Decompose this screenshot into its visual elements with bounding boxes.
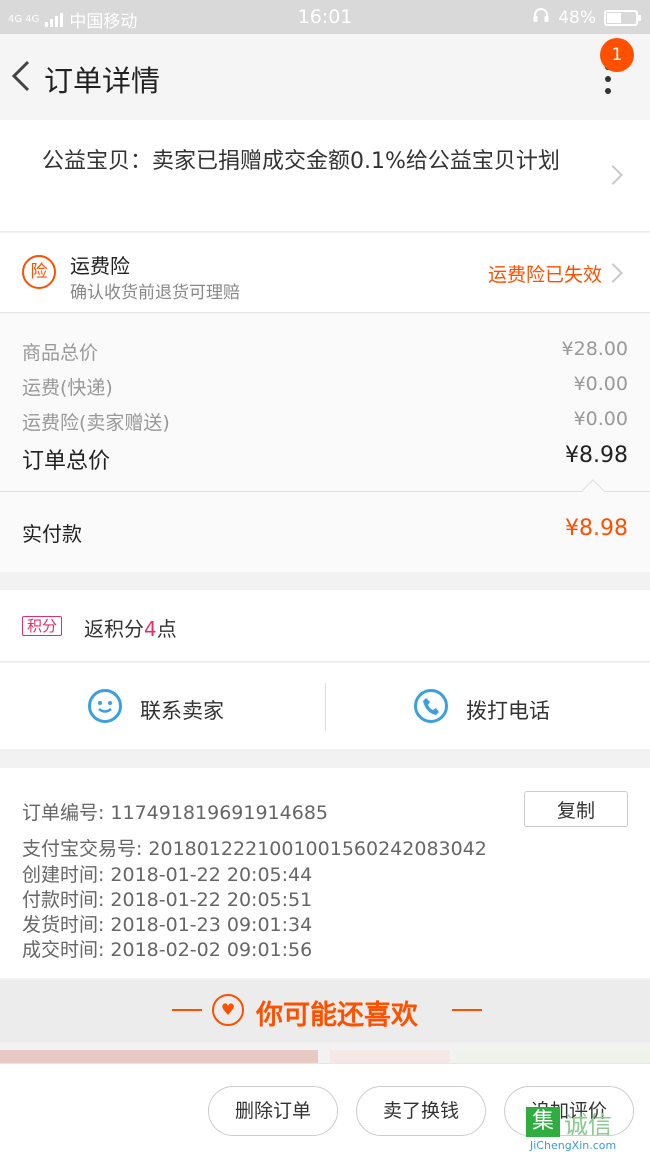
alipay-trade-number: 2018012221001001560242083042 <box>148 838 487 860</box>
paid-time: 2018-01-22 20:05:51 <box>110 889 313 911</box>
call-phone-label: 拨打电话 <box>466 699 550 723</box>
info-label: 支付宝交易号: <box>22 838 143 860</box>
created-time-line: 创建时间: 2018-01-22 20:05:44 <box>22 860 312 887</box>
battery-percent: 48% <box>558 7 596 28</box>
insurance-title: 运费险 <box>70 254 130 278</box>
watermark-box: 集 <box>526 1107 560 1137</box>
sell-again-button[interactable]: 卖了换钱 <box>356 1086 486 1136</box>
price-details: 商品总价 ¥28.00 运费(快递) ¥0.00 运费险(卖家赠送) ¥0.00… <box>0 314 650 492</box>
divider <box>172 1009 202 1011</box>
divider <box>452 1009 482 1011</box>
order-info: 订单编号: 117491819691914685 复制 支付宝交易号: 201801… <box>0 768 650 978</box>
watermark-url: JiChengXin.com <box>530 1139 617 1152</box>
page-title: 订单详情 <box>44 64 161 98</box>
actual-payment-row: 实付款 ¥8.98 <box>0 492 650 572</box>
battery-level <box>607 12 622 23</box>
completed-time-line: 成交时间: 2018-02-02 09:01:56 <box>22 935 312 962</box>
points-tag: 积分 <box>22 616 63 636</box>
insurance-subtitle: 确认收货前退货可理赔 <box>70 283 240 303</box>
product-thumbnail[interactable] <box>456 1050 650 1064</box>
phone-icon <box>414 689 448 723</box>
heart-icon: ♥ <box>212 994 244 1026</box>
product-thumbnail[interactable] <box>330 1050 450 1064</box>
shipped-time-line: 发货时间: 2018-01-23 09:01:34 <box>22 910 312 937</box>
contact-seller-label: 联系卖家 <box>140 699 224 723</box>
total-value: ¥8.98 <box>565 443 628 468</box>
recommend-header: ♥ 你可能还喜欢 <box>0 980 650 1042</box>
info-label: 订单编号: <box>22 802 105 824</box>
delete-order-button[interactable]: 删除订单 <box>208 1086 338 1136</box>
price-value: ¥0.00 <box>573 373 628 395</box>
price-row-goods: 商品总价 ¥28.00 <box>22 338 628 365</box>
points-row: 积分 返积分4点 <box>0 590 650 662</box>
watermark-logo: 集 诚信 JiChengXin.com <box>526 1105 646 1155</box>
price-label: 运费险(卖家赠送) <box>22 412 170 434</box>
actual-payment-value: ¥8.98 <box>565 516 628 541</box>
recommend-title: 你可能还喜欢 <box>256 1000 418 1031</box>
points-text: 返积分4点 <box>84 613 177 642</box>
contact-bar: 联系卖家 拨打电话 <box>0 663 650 749</box>
info-label: 付款时间: <box>22 889 105 911</box>
header: 订单详情 1 <box>0 34 650 120</box>
price-row-insurance: 运费险(卖家赠送) ¥0.00 <box>22 408 628 435</box>
chevron-right-icon <box>603 165 623 185</box>
points-number: 4 <box>144 617 157 641</box>
total-label: 订单总价 <box>22 449 111 474</box>
charity-row[interactable]: 公益宝贝：卖家已捐赠成交金额0.1%给公益宝贝计划 <box>0 120 650 232</box>
actual-payment-label: 实付款 <box>22 522 82 546</box>
chevron-left-icon[interactable] <box>8 58 38 94</box>
headphone-icon <box>532 6 550 29</box>
info-label: 创建时间: <box>22 864 105 886</box>
recommend-thumbnails <box>0 1050 650 1064</box>
price-row-total: 订单总价 ¥8.98 <box>22 443 628 475</box>
product-thumbnail[interactable] <box>0 1050 318 1064</box>
price-label: 运费(快递) <box>22 377 113 399</box>
chevron-right-icon <box>603 263 623 283</box>
battery-icon <box>604 9 641 26</box>
shipping-insurance-row[interactable]: 险 运费险 确认收货前退货可理赔 运费险已失效 <box>0 233 650 313</box>
status-bar: 4G 4G 中国移动 16:01 48% <box>0 0 650 34</box>
order-number-line: 订单编号: 117491819691914685 <box>22 798 328 825</box>
status-right: 48% <box>532 6 641 29</box>
completed-time: 2018-02-02 09:01:56 <box>110 939 313 961</box>
order-number: 117491819691914685 <box>110 802 328 824</box>
chat-icon <box>88 689 122 723</box>
charity-text: 公益宝贝：卖家已捐赠成交金额0.1%给公益宝贝计划 <box>42 149 560 174</box>
insurance-icon: 险 <box>22 255 56 289</box>
points-text-before: 返积分 <box>84 617 144 641</box>
insurance-status: 运费险已失效 <box>487 264 602 286</box>
price-value: ¥28.00 <box>561 338 628 360</box>
price-label: 商品总价 <box>22 342 99 364</box>
price-value: ¥0.00 <box>573 408 628 430</box>
paid-time-line: 付款时间: 2018-01-22 20:05:51 <box>22 885 312 912</box>
notification-badge: 1 <box>600 38 634 72</box>
call-phone-button[interactable]: 拨打电话 <box>326 663 650 749</box>
created-time: 2018-01-22 20:05:44 <box>110 864 313 886</box>
info-label: 发货时间: <box>22 914 105 936</box>
price-row-shipping: 运费(快递) ¥0.00 <box>22 373 628 400</box>
copy-button[interactable]: 复制 <box>524 791 628 827</box>
points-text-after: 点 <box>156 617 177 641</box>
watermark-text: 诚信 <box>564 1111 612 1139</box>
alipay-trade-line: 支付宝交易号: 2018012221001001560242083042 <box>22 834 487 861</box>
contact-seller-button[interactable]: 联系卖家 <box>0 663 325 749</box>
shipped-time: 2018-01-23 09:01:34 <box>110 914 313 936</box>
info-label: 成交时间: <box>22 939 105 961</box>
